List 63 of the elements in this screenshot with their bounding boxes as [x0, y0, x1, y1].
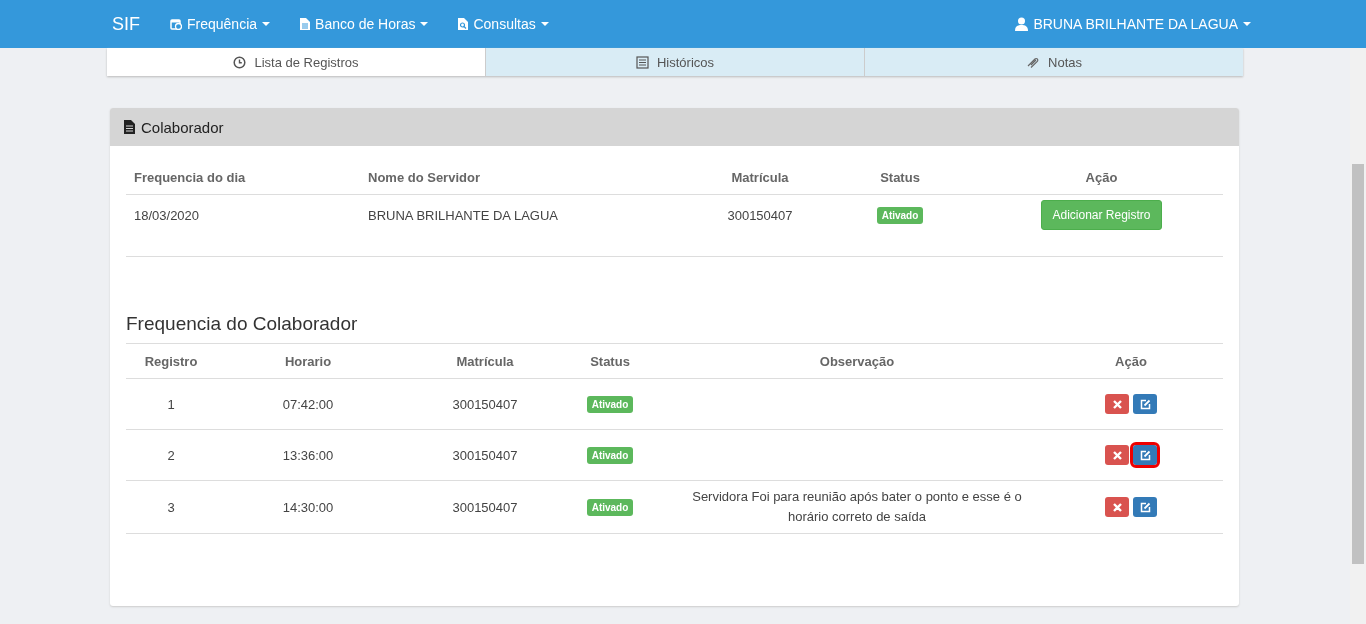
clock-icon [233, 55, 247, 69]
edit-button[interactable] [1133, 445, 1157, 465]
tab[interactable]: Lista de Registros [107, 48, 485, 76]
paperclip-icon [1026, 56, 1040, 68]
column-header: Nome do Servidor [360, 160, 700, 195]
column-header: Observação [650, 344, 1064, 379]
delete-button[interactable] [1105, 497, 1129, 517]
table-cell: 13:36:00 [216, 430, 400, 481]
edit-button[interactable] [1133, 394, 1157, 414]
section-title: Frequencia do Colaborador [126, 313, 1223, 344]
column-header: Status [820, 160, 980, 195]
column-header: Horario [216, 344, 400, 379]
search-document-icon [458, 18, 469, 30]
column-header: Ação [1064, 344, 1198, 379]
caret-icon [540, 22, 549, 26]
table-cell-text: BRUNA BRILHANTE DA LAGUA [367, 206, 559, 225]
column-header: Ação [980, 160, 1223, 195]
edit-icon [1139, 398, 1151, 410]
table-cell: 07:42:00 [216, 379, 400, 430]
brand-logo[interactable]: SIF [112, 13, 140, 35]
close-icon [1112, 450, 1122, 460]
table-cell-text: 300150407 [726, 206, 794, 225]
edit-icon [1139, 449, 1151, 461]
nav-menu[interactable]: Frequência [170, 16, 271, 32]
column-header: Frequencia do dia [126, 160, 360, 195]
table-cell: 300150407 [400, 481, 570, 534]
panel-title: Colaborador [141, 118, 224, 136]
caret-icon [262, 22, 271, 26]
status-badge: Ativado [876, 206, 924, 224]
nav-menu[interactable]: Consultas [458, 16, 549, 32]
table-cell: 14:30:00 [216, 481, 400, 534]
add-record-button[interactable]: Adicionar Registro [1041, 200, 1162, 230]
table-cell: 3 [126, 481, 216, 534]
observation-text: Servidora Foi para reunião após bater o ponto e esse é o horário correto de saída [691, 488, 1023, 526]
nav-menu[interactable]: Banco de Horas [300, 16, 429, 32]
table-cell-text: 18/03/2020 [133, 206, 201, 225]
calendar-icon [170, 18, 182, 30]
user-icon [1015, 17, 1029, 31]
close-icon [1112, 399, 1122, 409]
delete-button[interactable] [1105, 445, 1129, 465]
caret-icon [1243, 22, 1251, 26]
delete-button[interactable] [1105, 394, 1129, 414]
status-badge: Ativado [586, 395, 634, 413]
edit-button[interactable] [1133, 497, 1157, 517]
user-menu[interactable]: BRUNA BRILHANTE DA LAGUA [1015, 16, 1251, 32]
status-badge: Ativado [586, 498, 634, 516]
close-icon [1112, 502, 1122, 512]
table-cell: 300150407 [400, 379, 570, 430]
tab[interactable]: Notas [864, 48, 1243, 76]
document-icon [124, 120, 135, 134]
column-header: Registro [126, 344, 216, 379]
document-icon [300, 18, 311, 30]
column-header: Matrícula [400, 344, 570, 379]
table-cell: 300150407 [400, 430, 570, 481]
column-header: Status [570, 344, 650, 379]
table-cell: 2 [126, 430, 216, 481]
column-header: Matrícula [700, 160, 820, 195]
table-cell: 1 [126, 379, 216, 430]
edit-icon [1139, 501, 1151, 513]
tab[interactable]: Históricos [485, 48, 864, 76]
list-icon [635, 55, 649, 69]
caret-icon [420, 22, 429, 26]
status-badge: Ativado [586, 446, 634, 464]
